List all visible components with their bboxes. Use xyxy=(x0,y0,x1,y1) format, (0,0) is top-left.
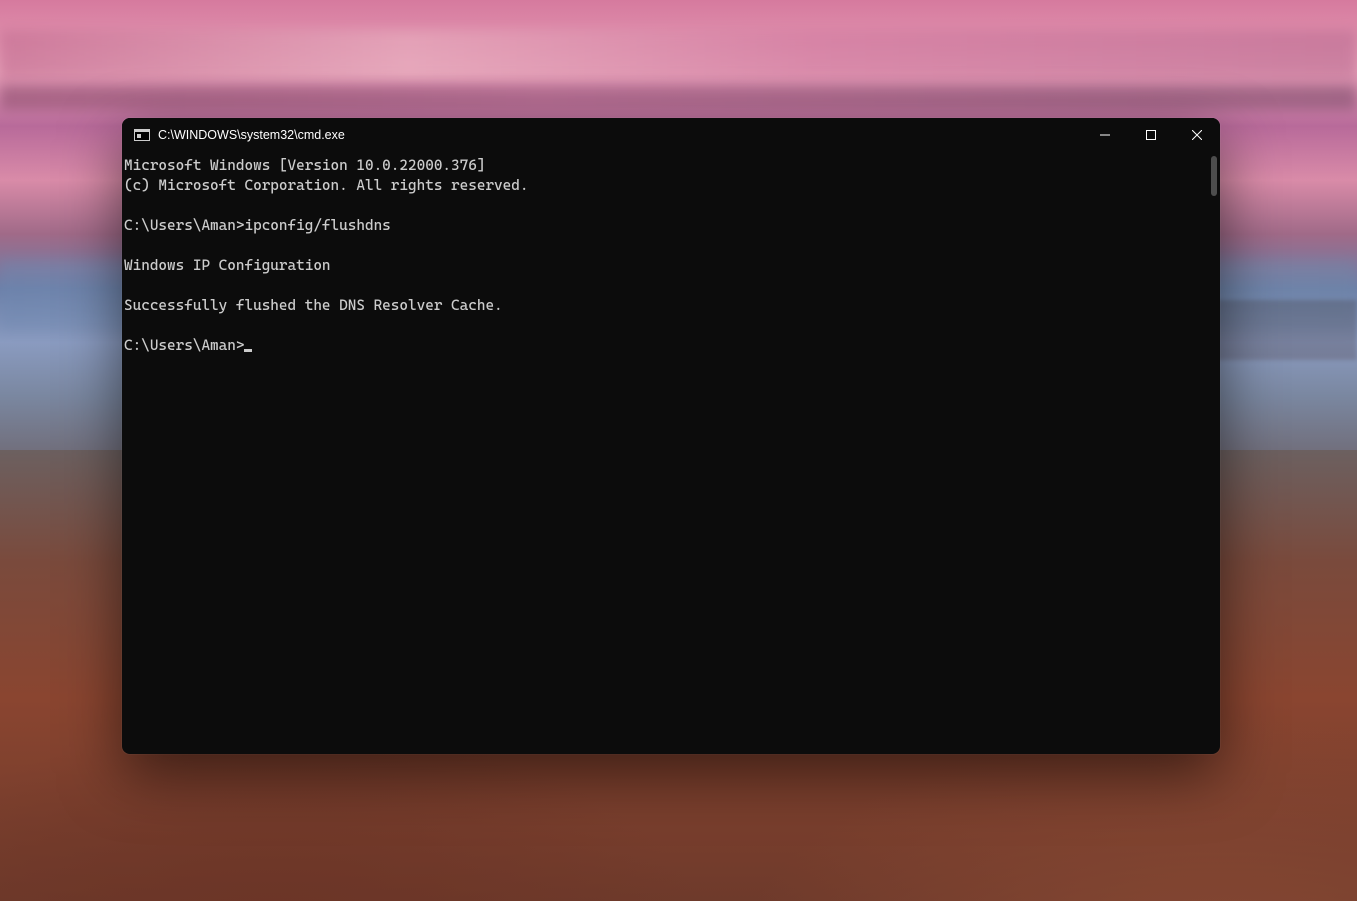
scrollbar-thumb[interactable] xyxy=(1211,156,1217,196)
maximize-button[interactable] xyxy=(1128,118,1174,152)
cmd-icon xyxy=(134,129,150,141)
minimize-icon xyxy=(1100,130,1110,140)
desktop-background: C:\WINDOWS\system32\cmd.exe Microsoft Wi… xyxy=(0,0,1357,901)
maximize-icon xyxy=(1146,130,1156,140)
decorative-sky xyxy=(0,30,1357,80)
titlebar[interactable]: C:\WINDOWS\system32\cmd.exe xyxy=(122,118,1220,152)
minimize-button[interactable] xyxy=(1082,118,1128,152)
close-icon xyxy=(1192,130,1202,140)
cmd-window: C:\WINDOWS\system32\cmd.exe Microsoft Wi… xyxy=(122,118,1220,754)
window-title: C:\WINDOWS\system32\cmd.exe xyxy=(158,128,345,142)
decorative-sky xyxy=(0,85,1357,110)
window-controls xyxy=(1082,118,1220,152)
terminal-output: Microsoft Windows [Version 10.0.22000.37… xyxy=(122,156,1220,356)
cursor xyxy=(244,349,252,352)
close-button[interactable] xyxy=(1174,118,1220,152)
terminal-body[interactable]: Microsoft Windows [Version 10.0.22000.37… xyxy=(122,152,1220,754)
